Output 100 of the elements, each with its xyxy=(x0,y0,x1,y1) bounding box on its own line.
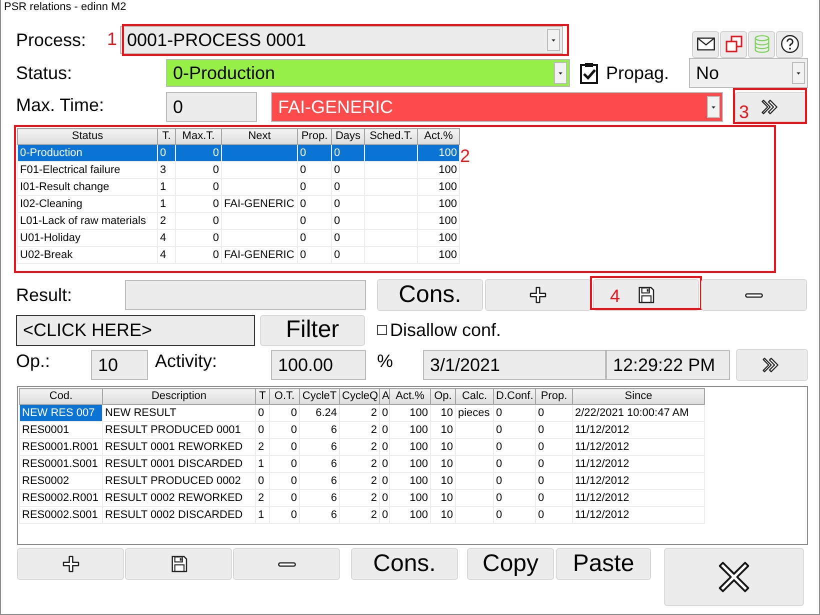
table-cell: 100 xyxy=(390,456,430,472)
result-row[interactable]: NEW RES 007 NEW RESULT 0 0 6.24 2 0 100 10 pieces 0 0 2/22/2021 10:00:47 AM xyxy=(20,404,704,422)
table-cell: 2 xyxy=(158,212,176,230)
table-cell: RESULT 0001 DISCARDED xyxy=(102,456,256,472)
table-cell: 100 xyxy=(418,230,460,246)
table-cell: 0 xyxy=(494,472,536,490)
table-cell: 0 xyxy=(176,144,222,162)
result-row[interactable]: RES0002 RESULT PRODUCED 0002 0 0 6 2 0 100 10 0 0 11/12/2012 xyxy=(20,472,704,490)
field-label: Activity: xyxy=(155,350,218,372)
table-cell: 100 xyxy=(418,212,460,230)
table-cell: 0 xyxy=(298,230,332,246)
table-cell: 6.24 xyxy=(300,404,340,422)
status-row[interactable]: U02-Break 4 0 FAI-GENERIC 0 0 100 xyxy=(18,246,460,264)
process-dropdown[interactable]: 0001-PROCESS 0001 xyxy=(120,26,564,54)
table-cell: 100 xyxy=(390,404,430,422)
activity-field[interactable]: 100.00 xyxy=(271,350,366,380)
column-header[interactable]: Days xyxy=(332,128,364,144)
column-header[interactable]: Prop. xyxy=(536,388,572,404)
table-cell: 11/12/2012 xyxy=(572,472,704,490)
result-row[interactable]: RES0002.R001 RESULT 0002 REWORKED 2 0 6 2 0 100 10 0 0 11/12/2012 xyxy=(20,490,704,506)
result-row[interactable]: RES0002.S001 RESULT 0002 DISCARDED 1 0 6 2 0 100 10 0 0 11/12/2012 xyxy=(20,506,704,524)
table-cell: 0 xyxy=(494,438,536,456)
status-row[interactable]: U01-Holiday 4 0 0 0 100 xyxy=(18,230,460,246)
column-header[interactable]: Since xyxy=(572,388,704,404)
table-cell: I02-Cleaning xyxy=(18,196,158,212)
max-time-field[interactable]: 0 xyxy=(166,92,257,122)
column-header[interactable]: Max.T. xyxy=(176,128,222,144)
column-header[interactable]: Cod. xyxy=(20,388,102,404)
filter-field[interactable]: <CLICK HERE> xyxy=(16,314,255,346)
status-row[interactable]: L01-Lack of raw materials 2 0 0 0 100 xyxy=(18,212,460,230)
result-row[interactable]: RES0001.R001 RESULT 0001 REWORKED 2 0 6 2 0 100 10 0 0 11/12/2012 xyxy=(20,438,704,456)
field-label: Max. Time: xyxy=(16,94,106,116)
table-cell: 0 xyxy=(380,438,390,456)
text-button[interactable]: Copy xyxy=(467,548,554,580)
status-row[interactable]: I01-Result change 1 0 0 0 100 xyxy=(18,178,460,196)
table-cell: 6 xyxy=(300,472,340,490)
column-header[interactable]: Sched.T. xyxy=(364,128,418,144)
table-cell: 0 xyxy=(298,144,332,162)
text-button[interactable]: Paste xyxy=(556,548,651,580)
table-cell: 2 xyxy=(340,456,380,472)
column-header[interactable]: Calc. xyxy=(456,388,494,404)
text-button[interactable]: Cons. xyxy=(351,548,458,580)
table-cell: 2 xyxy=(256,438,270,456)
table-cell: 100 xyxy=(418,196,460,212)
table-cell: 0 xyxy=(298,178,332,196)
table-cell: 10 xyxy=(430,422,456,438)
result-field[interactable] xyxy=(125,280,366,310)
table-cell: 100 xyxy=(418,162,460,178)
result-row[interactable]: RES0001.S001 RESULT 0001 DISCARDED 1 0 6 2 0 100 10 0 0 11/12/2012 xyxy=(20,456,704,472)
checkbox-label: Disallow conf. xyxy=(390,319,502,341)
clipboard-checkbox-icon[interactable] xyxy=(577,60,601,86)
table-cell: 1 xyxy=(256,456,270,472)
table-cell: 0 xyxy=(176,162,222,178)
column-header[interactable]: A xyxy=(380,388,390,404)
annotation-number: 1 xyxy=(107,29,118,49)
checkbox[interactable] xyxy=(377,325,387,335)
column-header[interactable]: Prop. xyxy=(298,128,332,144)
table-cell: 0 xyxy=(494,490,536,506)
save-button[interactable]: 4 xyxy=(593,279,699,311)
add-button[interactable] xyxy=(485,279,591,311)
table-cell: 10 xyxy=(430,404,456,422)
date-field[interactable]: 3/1/2021 xyxy=(423,350,606,380)
table-cell: RESULT 0001 REWORKED xyxy=(102,438,256,456)
table-cell: RES0001.R001 xyxy=(20,438,102,456)
filter-button[interactable]: Filter xyxy=(260,314,365,346)
status-row[interactable]: 0-Production 0 0 0 0 100 xyxy=(18,144,460,162)
column-header[interactable]: CycleQ xyxy=(340,388,380,404)
table-cell: NEW RES 007 xyxy=(20,404,102,422)
column-header[interactable]: O.T. xyxy=(270,388,300,404)
table-cell: 0 xyxy=(256,472,270,490)
close-button[interactable] xyxy=(664,548,804,606)
column-header[interactable]: Act.% xyxy=(418,128,460,144)
table-cell: RES0002 xyxy=(20,472,102,490)
table-cell: 11/12/2012 xyxy=(572,506,704,524)
column-header[interactable]: Description xyxy=(102,388,256,404)
column-header[interactable]: CycleT xyxy=(300,388,340,404)
cons-button[interactable]: Cons. xyxy=(377,279,483,311)
column-header[interactable]: D.Conf. xyxy=(494,388,536,404)
result-row[interactable]: RES0001 RESULT PRODUCED 0001 0 0 6 2 0 100 10 0 0 11/12/2012 xyxy=(20,422,704,438)
forward-button[interactable] xyxy=(736,349,808,381)
propagate-dropdown[interactable]: No xyxy=(689,58,808,88)
time-field[interactable]: 12:29:22 PM xyxy=(606,350,730,380)
table-cell: 0 xyxy=(536,456,572,472)
table-cell: 0 xyxy=(380,456,390,472)
save-button[interactable] xyxy=(125,548,232,580)
column-header[interactable]: T. xyxy=(158,128,176,144)
op-field[interactable]: 10 xyxy=(91,350,148,380)
table-cell: 2 xyxy=(256,490,270,506)
column-header[interactable]: Act.% xyxy=(390,388,430,404)
column-header[interactable]: T xyxy=(256,388,270,404)
table-cell: 100 xyxy=(390,506,430,524)
add-button[interactable] xyxy=(17,548,124,580)
table-cell: 0 xyxy=(536,422,572,438)
column-header[interactable]: Next xyxy=(222,128,298,144)
status-dropdown[interactable]: 0-Production xyxy=(166,59,570,87)
column-header[interactable]: Status xyxy=(18,128,158,144)
status-row[interactable]: I02-Cleaning 1 0 FAI-GENERIC 0 0 100 xyxy=(18,196,460,212)
table-cell: 0 xyxy=(298,196,332,212)
column-header[interactable]: Op. xyxy=(430,388,456,404)
status-row[interactable]: F01-Electrical failure 3 0 0 0 100 xyxy=(18,162,460,178)
